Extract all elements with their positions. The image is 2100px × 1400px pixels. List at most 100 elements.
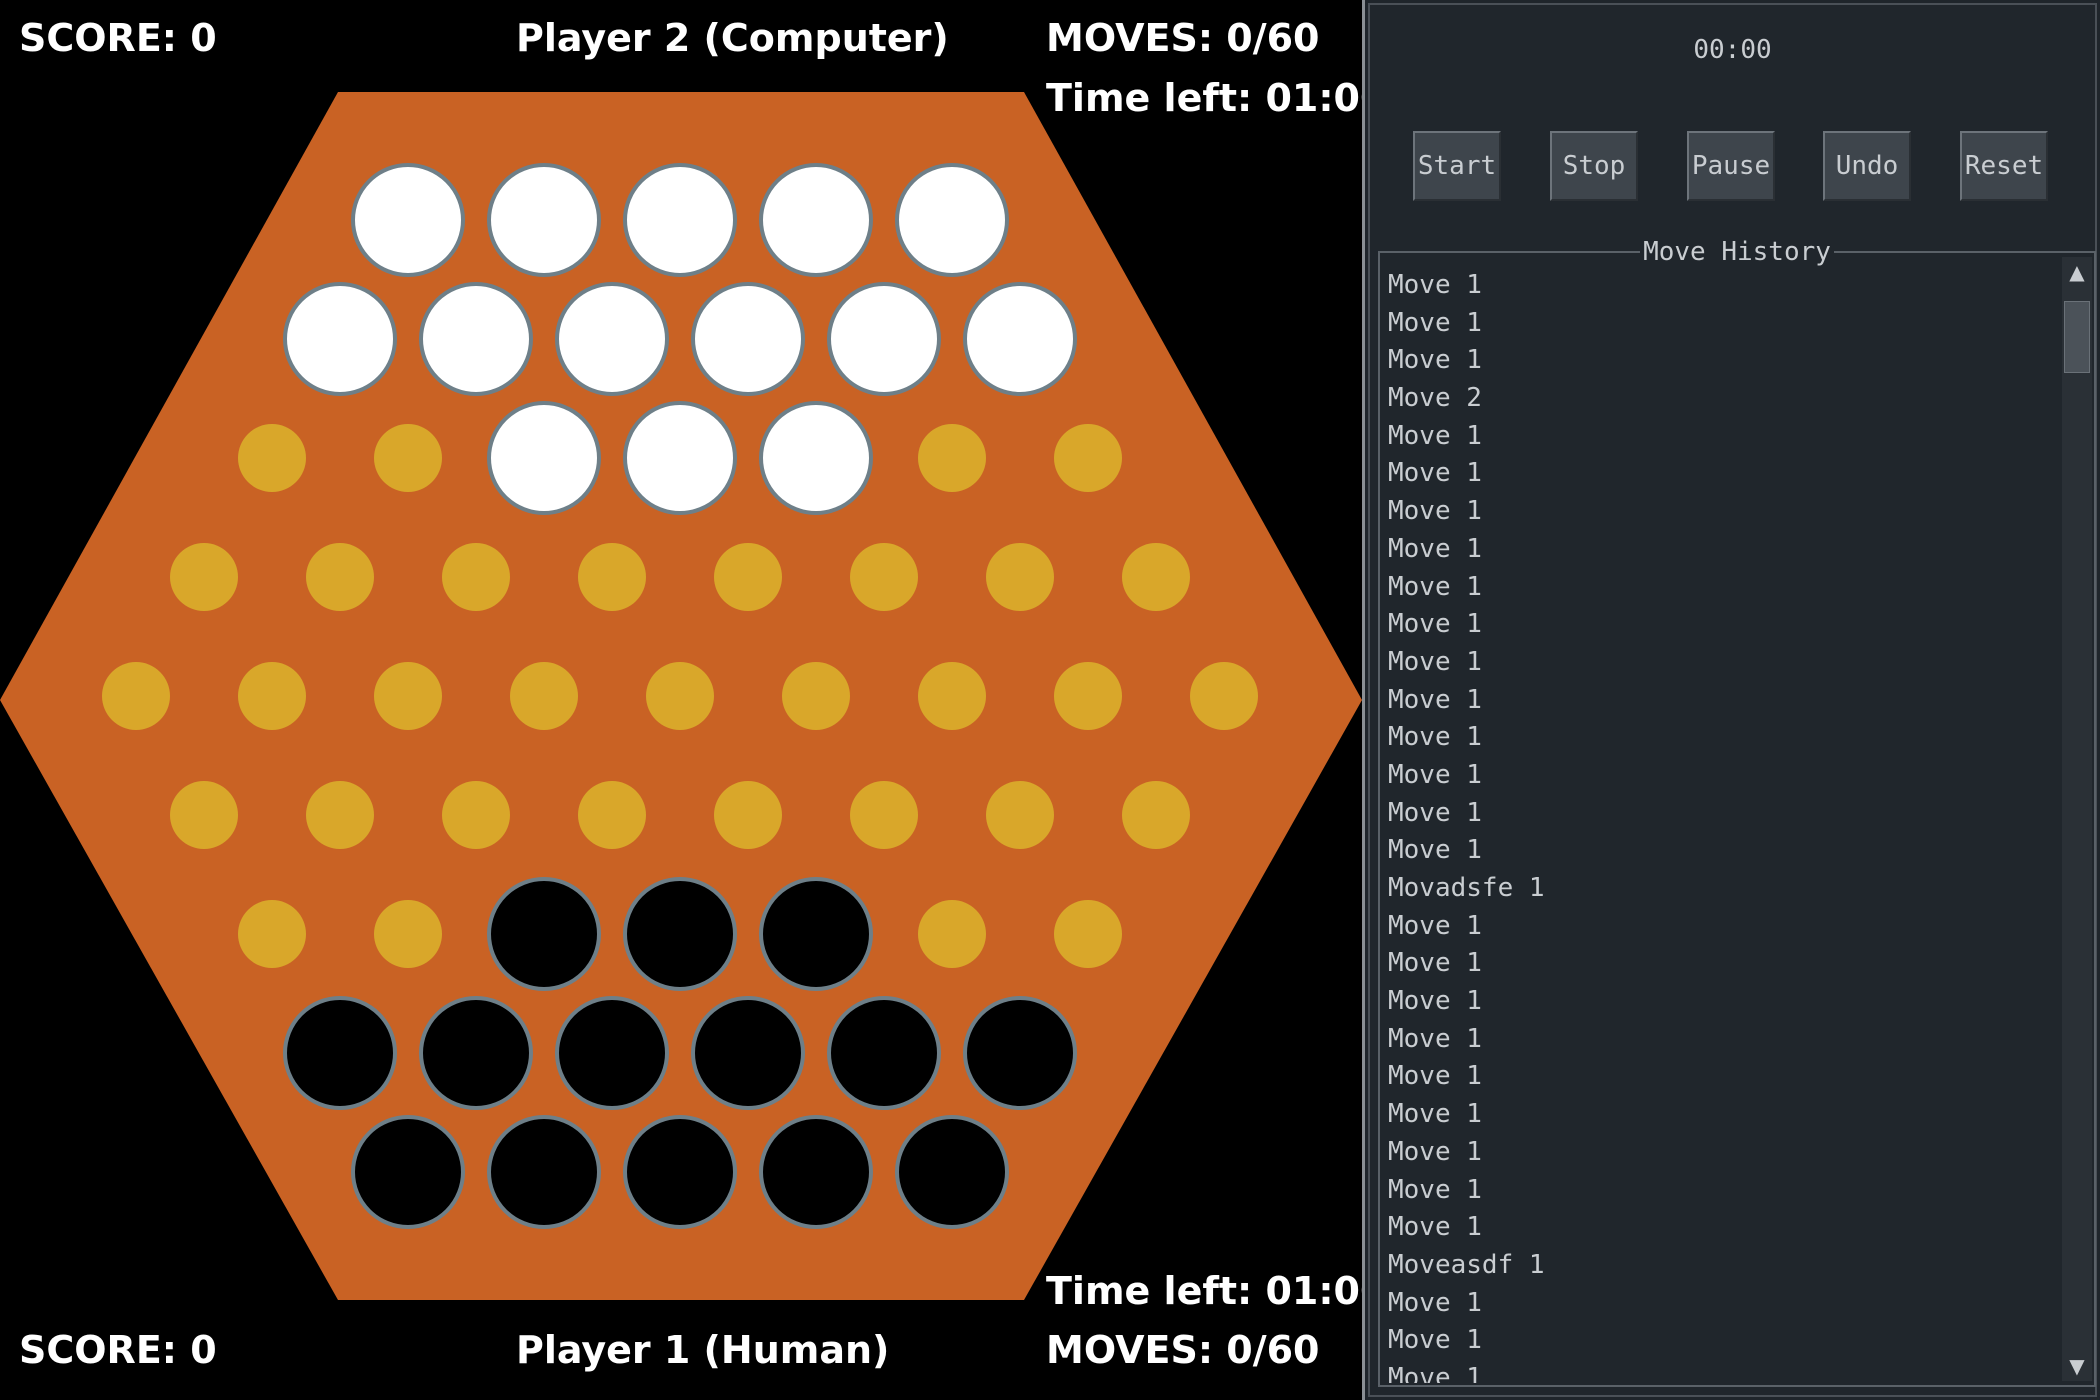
white-marble[interactable]	[691, 282, 805, 396]
empty-hole[interactable]	[374, 424, 442, 492]
black-marble[interactable]	[827, 996, 941, 1110]
move-history-list[interactable]: Move 1 Move 1 Move 1 Move 2 Move 1 Move 1 Move…	[1388, 267, 2054, 1383]
history-item[interactable]: Move 1	[1388, 757, 2054, 795]
empty-hole[interactable]	[850, 543, 918, 611]
history-item[interactable]: Move 1	[1388, 531, 2054, 569]
empty-hole[interactable]	[1122, 781, 1190, 849]
triangle-up-icon[interactable]: ▲	[2062, 257, 2092, 287]
pause-button[interactable]: Pause	[1687, 131, 1775, 201]
black-marble[interactable]	[623, 877, 737, 991]
empty-hole[interactable]	[714, 543, 782, 611]
reset-button[interactable]: Reset	[1960, 131, 2048, 201]
black-marble[interactable]	[487, 877, 601, 991]
history-item[interactable]: Move 1	[1388, 945, 2054, 983]
empty-hole[interactable]	[1054, 900, 1122, 968]
empty-hole[interactable]	[1054, 424, 1122, 492]
history-item[interactable]: Move 1	[1388, 342, 2054, 380]
history-item[interactable]: Move 1	[1388, 832, 2054, 870]
empty-hole[interactable]	[986, 781, 1054, 849]
empty-hole[interactable]	[1122, 543, 1190, 611]
empty-hole[interactable]	[238, 424, 306, 492]
empty-hole[interactable]	[646, 662, 714, 730]
empty-hole[interactable]	[918, 424, 986, 492]
history-item[interactable]: Move 1	[1388, 1096, 2054, 1134]
empty-hole[interactable]	[782, 662, 850, 730]
black-marble[interactable]	[555, 996, 669, 1110]
history-item[interactable]: Move 1	[1388, 983, 2054, 1021]
white-marble[interactable]	[283, 282, 397, 396]
white-marble[interactable]	[487, 163, 601, 277]
empty-hole[interactable]	[238, 900, 306, 968]
black-marble[interactable]	[351, 1115, 465, 1229]
empty-hole[interactable]	[442, 781, 510, 849]
history-item[interactable]: Move 1	[1388, 1360, 2054, 1383]
empty-hole[interactable]	[850, 781, 918, 849]
stop-button[interactable]: Stop	[1550, 131, 1638, 201]
white-marble[interactable]	[419, 282, 533, 396]
white-marble[interactable]	[623, 401, 737, 515]
history-item[interactable]: Move 1	[1388, 1285, 2054, 1323]
black-marble[interactable]	[691, 996, 805, 1110]
scrollbar-thumb[interactable]	[2064, 301, 2090, 373]
empty-hole[interactable]	[578, 781, 646, 849]
white-marble[interactable]	[555, 282, 669, 396]
black-marble[interactable]	[759, 877, 873, 991]
black-marble[interactable]	[759, 1115, 873, 1229]
history-item[interactable]: Move 1	[1388, 1322, 2054, 1360]
history-item[interactable]: Move 1	[1388, 1172, 2054, 1210]
empty-hole[interactable]	[374, 900, 442, 968]
history-item[interactable]: Move 1	[1388, 682, 2054, 720]
history-item[interactable]: Move 1	[1388, 1021, 2054, 1059]
empty-hole[interactable]	[238, 662, 306, 730]
undo-button[interactable]: Undo	[1823, 131, 1911, 201]
white-marble[interactable]	[963, 282, 1077, 396]
empty-hole[interactable]	[442, 543, 510, 611]
empty-hole[interactable]	[170, 781, 238, 849]
empty-hole[interactable]	[986, 543, 1054, 611]
triangle-down-icon[interactable]: ▼	[2062, 1351, 2092, 1381]
black-marble[interactable]	[283, 996, 397, 1110]
empty-hole[interactable]	[1054, 662, 1122, 730]
history-item[interactable]: Move 1	[1388, 719, 2054, 757]
black-marble[interactable]	[963, 996, 1077, 1110]
white-marble[interactable]	[623, 163, 737, 277]
empty-hole[interactable]	[170, 543, 238, 611]
history-item[interactable]: Move 1	[1388, 418, 2054, 456]
empty-hole[interactable]	[306, 543, 374, 611]
history-item[interactable]: Movadsfe 1	[1388, 870, 2054, 908]
history-item[interactable]: Move 1	[1388, 1209, 2054, 1247]
empty-hole[interactable]	[102, 662, 170, 730]
history-item[interactable]: Move 1	[1388, 493, 2054, 531]
black-marble[interactable]	[419, 996, 533, 1110]
empty-hole[interactable]	[918, 900, 986, 968]
history-item[interactable]: Move 1	[1388, 1134, 2054, 1172]
white-marble[interactable]	[351, 163, 465, 277]
history-item[interactable]: Move 1	[1388, 569, 2054, 607]
white-marble[interactable]	[827, 282, 941, 396]
history-item[interactable]: Move 1	[1388, 267, 2054, 305]
empty-hole[interactable]	[918, 662, 986, 730]
empty-hole[interactable]	[374, 662, 442, 730]
history-item[interactable]: Move 1	[1388, 606, 2054, 644]
black-marble[interactable]	[895, 1115, 1009, 1229]
history-item[interactable]: Move 1	[1388, 644, 2054, 682]
empty-hole[interactable]	[306, 781, 374, 849]
white-marble[interactable]	[895, 163, 1009, 277]
history-item[interactable]: Move 1	[1388, 1058, 2054, 1096]
empty-hole[interactable]	[578, 543, 646, 611]
empty-hole[interactable]	[1190, 662, 1258, 730]
history-item[interactable]: Move 2	[1388, 380, 2054, 418]
white-marble[interactable]	[487, 401, 601, 515]
history-item[interactable]: Move 1	[1388, 795, 2054, 833]
empty-hole[interactable]	[714, 781, 782, 849]
empty-hole[interactable]	[510, 662, 578, 730]
history-item[interactable]: Moveasdf 1	[1388, 1247, 2054, 1285]
white-marble[interactable]	[759, 401, 873, 515]
white-marble[interactable]	[759, 163, 873, 277]
history-item[interactable]: Move 1	[1388, 305, 2054, 343]
history-scrollbar[interactable]: ▲ ▼	[2062, 257, 2092, 1381]
black-marble[interactable]	[487, 1115, 601, 1229]
history-item[interactable]: Move 1	[1388, 908, 2054, 946]
black-marble[interactable]	[623, 1115, 737, 1229]
start-button[interactable]: Start	[1413, 131, 1501, 201]
